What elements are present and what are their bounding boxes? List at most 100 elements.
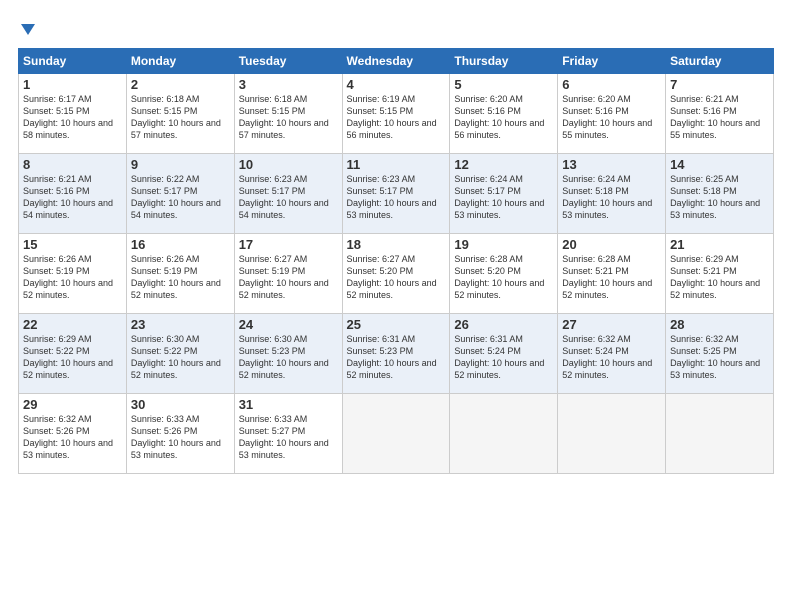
page: SundayMondayTuesdayWednesdayThursdayFrid… [0, 0, 792, 612]
day-cell: 11 Sunrise: 6:23 AMSunset: 5:17 PMDayligh… [342, 154, 450, 234]
day-cell: 10 Sunrise: 6:23 AMSunset: 5:17 PMDayligh… [234, 154, 342, 234]
day-number: 20 [562, 237, 661, 252]
day-number: 24 [239, 317, 338, 332]
day-cell: 20Sunrise: 6:28 AMSunset: 5:21 PMDayligh… [558, 234, 666, 314]
week-row-1: 1 Sunrise: 6:17 AMSunset: 5:15 PMDaylight… [19, 74, 774, 154]
day-cell: 15Sunrise: 6:26 AMSunset: 5:19 PMDayligh… [19, 234, 127, 314]
logo-line1 [18, 18, 37, 38]
day-info: Sunrise: 6:20 AMSunset: 5:16 PMDaylight:… [562, 94, 652, 140]
day-cell [558, 394, 666, 474]
day-number: 26 [454, 317, 553, 332]
header [18, 18, 774, 38]
day-number: 27 [562, 317, 661, 332]
day-info: Sunrise: 6:18 AMSunset: 5:15 PMDaylight:… [239, 94, 329, 140]
day-number: 2 [131, 77, 230, 92]
calendar-table: SundayMondayTuesdayWednesdayThursdayFrid… [18, 48, 774, 474]
day-info: Sunrise: 6:21 AMSunset: 5:16 PMDaylight:… [23, 174, 113, 220]
day-cell: 9 Sunrise: 6:22 AMSunset: 5:17 PMDaylight… [126, 154, 234, 234]
day-number: 9 [131, 157, 230, 172]
day-cell: 31Sunrise: 6:33 AMSunset: 5:27 PMDayligh… [234, 394, 342, 474]
day-cell: 18 Sunrise: 6:27 AMSunset: 5:20 PMDayligh… [342, 234, 450, 314]
day-cell: 29 Sunrise: 6:32 AMSunset: 5:26 PMDayligh… [19, 394, 127, 474]
day-number: 16 [131, 237, 230, 252]
day-number: 25 [347, 317, 446, 332]
day-number: 12 [454, 157, 553, 172]
day-number: 15 [23, 237, 122, 252]
day-cell: 1 Sunrise: 6:17 AMSunset: 5:15 PMDaylight… [19, 74, 127, 154]
day-number: 22 [23, 317, 122, 332]
day-number: 28 [670, 317, 769, 332]
day-cell: 8 Sunrise: 6:21 AMSunset: 5:16 PMDaylight… [19, 154, 127, 234]
day-number: 17 [239, 237, 338, 252]
day-number: 4 [347, 77, 446, 92]
day-cell: 19Sunrise: 6:28 AMSunset: 5:20 PMDayligh… [450, 234, 558, 314]
col-friday: Friday [558, 49, 666, 74]
day-cell: 23 Sunrise: 6:30 AMSunset: 5:22 PMDayligh… [126, 314, 234, 394]
day-number: 13 [562, 157, 661, 172]
day-number: 1 [23, 77, 122, 92]
day-info: Sunrise: 6:32 AMSunset: 5:24 PMDaylight:… [562, 334, 652, 380]
day-cell: 24 Sunrise: 6:30 AMSunset: 5:23 PMDayligh… [234, 314, 342, 394]
week-row-4: 22 Sunrise: 6:29 AMSunset: 5:22 PMDayligh… [19, 314, 774, 394]
day-number: 7 [670, 77, 769, 92]
day-number: 31 [239, 397, 338, 412]
day-number: 23 [131, 317, 230, 332]
day-cell: 30Sunrise: 6:33 AMSunset: 5:26 PMDayligh… [126, 394, 234, 474]
header-row: SundayMondayTuesdayWednesdayThursdayFrid… [19, 49, 774, 74]
day-info: Sunrise: 6:17 AMSunset: 5:15 PMDaylight:… [23, 94, 113, 140]
day-number: 30 [131, 397, 230, 412]
day-cell: 13 Sunrise: 6:24 AMSunset: 5:18 PMDayligh… [558, 154, 666, 234]
day-info: Sunrise: 6:29 AMSunset: 5:22 PMDaylight:… [23, 334, 113, 380]
logo-arrow-icon [19, 20, 37, 38]
day-info: Sunrise: 6:19 AMSunset: 5:15 PMDaylight:… [347, 94, 437, 140]
day-cell: 27 Sunrise: 6:32 AMSunset: 5:24 PMDayligh… [558, 314, 666, 394]
day-number: 29 [23, 397, 122, 412]
day-info: Sunrise: 6:31 AMSunset: 5:23 PMDaylight:… [347, 334, 437, 380]
day-number: 8 [23, 157, 122, 172]
day-info: Sunrise: 6:24 AMSunset: 5:17 PMDaylight:… [454, 174, 544, 220]
day-cell: 25 Sunrise: 6:31 AMSunset: 5:23 PMDayligh… [342, 314, 450, 394]
day-info: Sunrise: 6:25 AMSunset: 5:18 PMDaylight:… [670, 174, 760, 220]
day-info: Sunrise: 6:24 AMSunset: 5:18 PMDaylight:… [562, 174, 652, 220]
day-info: Sunrise: 6:30 AMSunset: 5:22 PMDaylight:… [131, 334, 221, 380]
col-sunday: Sunday [19, 49, 127, 74]
day-info: Sunrise: 6:29 AMSunset: 5:21 PMDaylight:… [670, 254, 760, 300]
day-cell [342, 394, 450, 474]
day-cell: 2 Sunrise: 6:18 AMSunset: 5:15 PMDaylight… [126, 74, 234, 154]
day-number: 18 [347, 237, 446, 252]
day-number: 5 [454, 77, 553, 92]
day-cell: 21 Sunrise: 6:29 AMSunset: 5:21 PMDayligh… [666, 234, 774, 314]
day-cell: 14 Sunrise: 6:25 AMSunset: 5:18 PMDayligh… [666, 154, 774, 234]
day-info: Sunrise: 6:32 AMSunset: 5:25 PMDaylight:… [670, 334, 760, 380]
day-info: Sunrise: 6:20 AMSunset: 5:16 PMDaylight:… [454, 94, 544, 140]
day-info: Sunrise: 6:26 AMSunset: 5:19 PMDaylight:… [131, 254, 221, 300]
day-info: Sunrise: 6:32 AMSunset: 5:26 PMDaylight:… [23, 414, 113, 460]
day-number: 11 [347, 157, 446, 172]
day-cell: 12 Sunrise: 6:24 AMSunset: 5:17 PMDayligh… [450, 154, 558, 234]
day-info: Sunrise: 6:27 AMSunset: 5:20 PMDaylight:… [347, 254, 437, 300]
day-info: Sunrise: 6:22 AMSunset: 5:17 PMDaylight:… [131, 174, 221, 220]
day-info: Sunrise: 6:21 AMSunset: 5:16 PMDaylight:… [670, 94, 760, 140]
day-info: Sunrise: 6:30 AMSunset: 5:23 PMDaylight:… [239, 334, 329, 380]
day-info: Sunrise: 6:28 AMSunset: 5:20 PMDaylight:… [454, 254, 544, 300]
day-number: 21 [670, 237, 769, 252]
day-cell: 7 Sunrise: 6:21 AMSunset: 5:16 PMDaylight… [666, 74, 774, 154]
day-number: 10 [239, 157, 338, 172]
day-cell [450, 394, 558, 474]
day-cell: 16 Sunrise: 6:26 AMSunset: 5:19 PMDayligh… [126, 234, 234, 314]
day-info: Sunrise: 6:23 AMSunset: 5:17 PMDaylight:… [239, 174, 329, 220]
col-monday: Monday [126, 49, 234, 74]
day-number: 14 [670, 157, 769, 172]
week-row-2: 8 Sunrise: 6:21 AMSunset: 5:16 PMDaylight… [19, 154, 774, 234]
day-info: Sunrise: 6:23 AMSunset: 5:17 PMDaylight:… [347, 174, 437, 220]
day-cell: 28 Sunrise: 6:32 AMSunset: 5:25 PMDayligh… [666, 314, 774, 394]
day-cell: 5 Sunrise: 6:20 AMSunset: 5:16 PMDaylight… [450, 74, 558, 154]
day-cell: 6Sunrise: 6:20 AMSunset: 5:16 PMDaylight… [558, 74, 666, 154]
day-cell [666, 394, 774, 474]
day-info: Sunrise: 6:18 AMSunset: 5:15 PMDaylight:… [131, 94, 221, 140]
day-info: Sunrise: 6:31 AMSunset: 5:24 PMDaylight:… [454, 334, 544, 380]
col-tuesday: Tuesday [234, 49, 342, 74]
week-row-5: 29 Sunrise: 6:32 AMSunset: 5:26 PMDayligh… [19, 394, 774, 474]
col-thursday: Thursday [450, 49, 558, 74]
day-cell: 17Sunrise: 6:27 AMSunset: 5:19 PMDayligh… [234, 234, 342, 314]
